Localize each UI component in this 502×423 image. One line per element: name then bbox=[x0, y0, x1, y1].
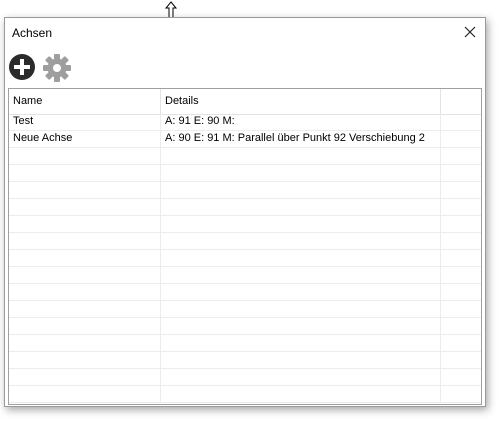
axes-dialog: Achsen Name Details Test A: 91 E: 90 M: … bbox=[4, 17, 486, 407]
column-header-name[interactable]: Name bbox=[9, 89, 161, 114]
empty-cell bbox=[161, 284, 441, 300]
empty-cell bbox=[161, 301, 441, 317]
empty-row bbox=[9, 318, 481, 335]
empty-cell bbox=[161, 335, 441, 351]
empty-row bbox=[9, 284, 481, 301]
title-bar[interactable]: Achsen bbox=[5, 18, 485, 48]
empty-row bbox=[9, 182, 481, 199]
empty-row bbox=[9, 148, 481, 165]
empty-row bbox=[9, 250, 481, 267]
close-icon bbox=[464, 26, 476, 38]
empty-cell bbox=[161, 318, 441, 334]
empty-cell bbox=[9, 267, 161, 283]
settings-button[interactable] bbox=[42, 53, 72, 83]
empty-cell bbox=[161, 250, 441, 266]
cell-name: Test bbox=[9, 114, 161, 130]
toolbar bbox=[5, 50, 485, 86]
empty-cell bbox=[9, 165, 161, 181]
empty-cell bbox=[9, 182, 161, 198]
empty-row bbox=[9, 335, 481, 352]
empty-cell bbox=[9, 352, 161, 368]
empty-cell bbox=[9, 301, 161, 317]
empty-row bbox=[9, 216, 481, 233]
empty-cell bbox=[9, 335, 161, 351]
empty-row bbox=[9, 369, 481, 386]
table-row[interactable]: Test A: 91 E: 90 M: bbox=[9, 114, 481, 131]
empty-cell bbox=[9, 148, 161, 164]
empty-cell bbox=[9, 318, 161, 334]
empty-cell bbox=[161, 165, 441, 181]
empty-row bbox=[9, 165, 481, 182]
empty-cell bbox=[9, 369, 161, 385]
empty-row bbox=[9, 352, 481, 369]
empty-cell bbox=[9, 216, 161, 232]
empty-row bbox=[9, 301, 481, 318]
close-button[interactable] bbox=[455, 18, 485, 48]
table-row[interactable]: Neue Achse A: 90 E: 91 M: Parallel über … bbox=[9, 131, 481, 148]
empty-row bbox=[9, 199, 481, 216]
empty-row bbox=[9, 233, 481, 250]
empty-cell bbox=[9, 199, 161, 215]
empty-cell bbox=[161, 352, 441, 368]
cell-details: A: 91 E: 90 M: bbox=[161, 114, 441, 130]
axes-table[interactable]: Name Details Test A: 91 E: 90 M: Neue Ac… bbox=[8, 88, 482, 405]
window-title: Achsen bbox=[12, 26, 53, 40]
cell-details: A: 90 E: 91 M: Parallel über Punkt 92 Ve… bbox=[161, 131, 441, 147]
empty-cell bbox=[9, 284, 161, 300]
empty-cell bbox=[161, 369, 441, 385]
empty-cell bbox=[9, 233, 161, 249]
cell-name: Neue Achse bbox=[9, 131, 161, 147]
empty-row bbox=[9, 267, 481, 284]
empty-cell bbox=[9, 386, 161, 402]
table-header: Name Details bbox=[9, 89, 481, 115]
empty-cell bbox=[9, 250, 161, 266]
add-axis-button[interactable] bbox=[8, 53, 38, 83]
column-header-details[interactable]: Details bbox=[161, 89, 441, 114]
empty-cell bbox=[161, 182, 441, 198]
empty-cell bbox=[161, 233, 441, 249]
empty-cell bbox=[161, 199, 441, 215]
empty-cell bbox=[161, 216, 441, 232]
plus-circle-icon bbox=[9, 54, 35, 80]
empty-cell bbox=[161, 148, 441, 164]
empty-cell bbox=[161, 386, 441, 402]
empty-cell bbox=[161, 267, 441, 283]
gear-icon bbox=[43, 54, 71, 82]
empty-row bbox=[9, 386, 481, 403]
